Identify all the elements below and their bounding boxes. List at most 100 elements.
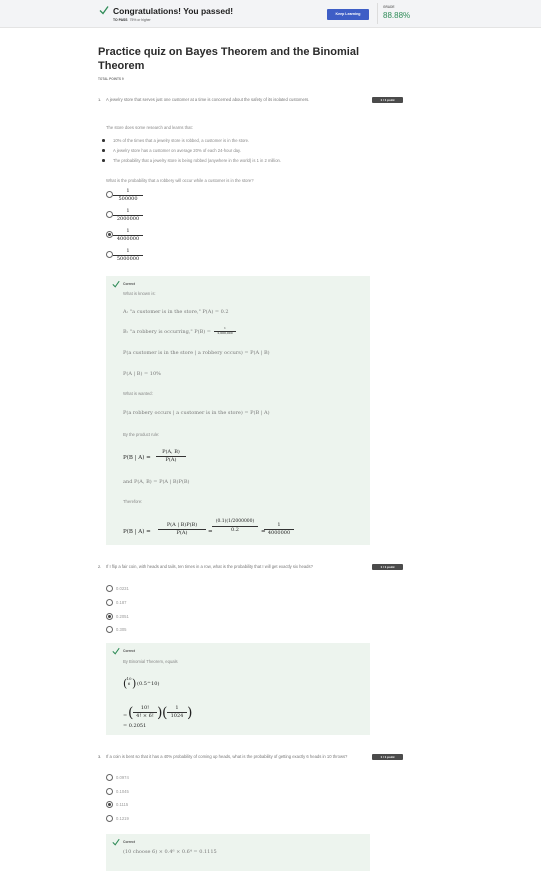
answer-radio[interactable] [106,251,113,258]
fraction-denominator: 2000000 [116,215,140,222]
option-fraction: 1 500000 [113,188,143,202]
answer-radio-selected[interactable] [106,801,113,808]
fraction-denominator: 4! × 6! [136,712,154,719]
option-fraction: 1 2000000 [113,208,143,222]
answer-radio[interactable] [106,599,113,606]
feedback-math: P(B | A) = [123,455,151,461]
to-pass-value: 75% or higher [129,18,151,22]
option-label: 0.2051 [116,614,129,619]
congrats-message: Congratulations! You passed! [113,6,234,16]
option-label: 0.1045 [116,789,129,794]
feedback-text: What is known is: [123,291,156,296]
facts-intro: The store does some research and learns … [106,125,193,130]
feedback-text: By the product rule: [123,432,160,437]
fact-item: 10% of the times that a jewelry store is… [113,138,250,143]
question-text: If I flip a fair coin, with heads and ta… [106,564,313,569]
bullet [102,159,105,162]
fraction-numerator: 1 [126,228,130,234]
question-text: If a coin is bent so that it has a 40% p… [106,754,348,759]
check-icon [112,647,120,655]
to-pass-label: TO PASS [113,18,128,22]
question-number: 1. [98,97,102,102]
fraction-denominator: P(A) [176,529,188,536]
question-number: 3. [98,754,102,759]
feedback-math: P(a customer is in the store | a robbery… [123,350,270,356]
feedback-fraction: P(A | B)P(B) P(A) [158,522,206,536]
feedback-fraction: 10! 4! × 6! [133,705,157,719]
feedback-math: P(a robbery occurs | a customer is in th… [123,410,270,416]
feedback-text: By Binomial Theorem, equals [123,659,178,664]
option-label: 0.0231 [116,586,129,591]
answer-radio-selected[interactable] [106,231,113,238]
to-pass-info: TO PASS 75% or higher [113,18,151,22]
question-number: 2. [98,564,102,569]
paren-close: ) [187,705,193,721]
feedback-fraction: P(A, B) P(A) [156,449,186,463]
feedback-math: A: "a customer is in the store," P(A) = … [123,309,229,315]
fraction-denominator: 2,000,000 [217,331,233,336]
fraction-denominator: 4000000 [267,529,291,536]
points-badge: 1 / 1 point [372,97,403,103]
fraction-numerator: 1 [126,248,130,254]
grade-value: 88.88% [383,11,411,20]
fraction-numerator: P(A | B)P(B) [166,522,198,528]
feedback-panel: Correct What is known is: A: "a customer… [106,276,370,545]
total-points: TOTAL POINTS 9 [98,77,124,81]
fraction-denominator: 5000000 [116,255,140,262]
feedback-fraction: 1 2,000,000 [214,326,236,336]
answer-radio[interactable] [106,191,113,198]
fraction-numerator: 1 [126,208,130,214]
points-badge: 1 / 1 point [372,754,403,760]
fraction-denominator: P(A) [165,456,177,463]
feedback-math: P(A | B) = 10% [123,371,161,377]
answer-radio[interactable] [106,774,113,781]
feedback-correct-label: Correct [123,282,136,286]
feedback-math: P(B | A) = [123,529,151,535]
answer-radio[interactable] [106,585,113,592]
feedback-panel: Correct By Binomial Theorem, equals ( 10… [106,643,370,735]
fraction-denominator: 4000000 [116,235,140,242]
answer-radio[interactable] [106,815,113,822]
keep-learning-button[interactable]: Keep Learning [327,9,369,20]
question-prompt: What is the probability that a robbery w… [106,178,254,183]
option-fraction: 1 4000000 [113,228,143,242]
check-icon [112,838,120,846]
option-fraction: 1 5000000 [113,248,143,262]
fraction-numerator: (0.1)(1/2000000) [215,519,255,524]
question-text: A jewelry store that serves just one cus… [106,97,310,102]
page-title: Practice quiz on Bayes Theorem and the B… [98,46,360,72]
result-banner: Congratulations! You passed! TO PASS 75% … [0,0,541,28]
option-label: 0.0974 [116,775,129,780]
feedback-math: (10 choose 6) × 0.4⁶ × 0.6⁴ = 0.1115 [123,849,217,855]
option-label: 0.305 [116,627,127,632]
fraction-numerator: 1 [126,188,130,194]
fraction-denominator: 500000 [118,195,138,202]
feedback-correct-label: Correct [123,649,136,653]
fraction-denominator: 0.2 [231,526,239,533]
fraction-numerator: 1 [277,522,281,528]
answer-radio[interactable] [106,626,113,633]
feedback-math: B: "a robbery is occurring," P(B) = [123,329,211,335]
feedback-math: = 0.2051 [123,723,147,729]
feedback-text: Therefore: [123,499,143,504]
option-label: 0.1115 [116,802,129,807]
option-label: 0.187 [116,600,127,605]
fraction-numerator: P(A, B) [162,449,180,455]
answer-radio-selected[interactable] [106,613,113,620]
option-label: 0.1219 [116,816,129,821]
feedback-fraction: 1 1024 [167,705,187,719]
feedback-text: What is wanted: [123,391,153,396]
answer-radio[interactable] [106,788,113,795]
answer-radio[interactable] [106,211,113,218]
fraction-numerator: 1 [175,705,179,711]
fact-item: The probability that a jewelry store is … [113,158,282,163]
check-icon [99,6,109,15]
fraction-numerator: 10! [140,705,150,711]
bullet [102,139,105,142]
feedback-math: and P(A, B) = P(A | B)P(B) [123,479,190,485]
fact-item: A jewelry store has a customer on averag… [113,148,241,153]
feedback-math: = [123,713,128,719]
paren-close: ) [132,677,137,690]
grade-label: GRADE [383,5,395,9]
fraction-denominator: 1024 [170,712,184,719]
